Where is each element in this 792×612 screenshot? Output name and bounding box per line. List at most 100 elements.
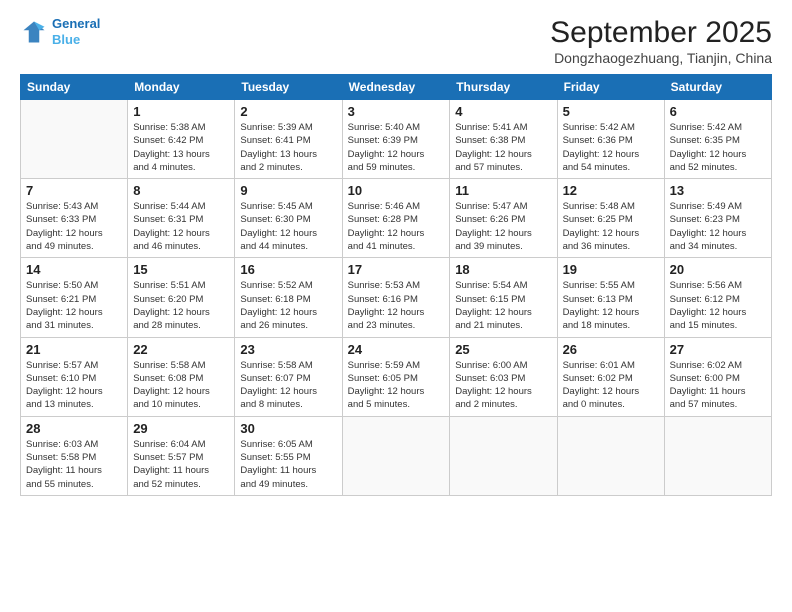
calendar-week-row: 28 Sunrise: 6:03 AMSunset: 5:58 PMDayligh… [21, 416, 772, 495]
day-info: Sunrise: 5:56 AMSunset: 6:12 PMDaylight:… [670, 279, 766, 332]
day-info: Sunrise: 5:51 AMSunset: 6:20 PMDaylight:… [133, 279, 229, 332]
calendar-cell: 9Sunrise: 5:45 AMSunset: 6:30 PMDaylight… [235, 179, 342, 258]
day-number: 21 [26, 342, 122, 357]
day-info: Sunrise: 6:02 AMSunset: 6:00 PMDaylight:… [670, 359, 766, 412]
day-number: 17 [348, 262, 445, 277]
day-info: Sunrise: 5:48 AMSunset: 6:25 PMDaylight:… [563, 200, 659, 253]
weekday-header: Monday [128, 75, 235, 100]
day-number: 10 [348, 183, 445, 198]
logo-icon [20, 18, 48, 46]
day-number: 20 [670, 262, 766, 277]
day-info: Sunrise: 6:05 AMSunset: 5:55 PMDaylight:… [240, 438, 336, 491]
day-number: 18 [455, 262, 551, 277]
weekday-row: SundayMondayTuesdayWednesdayThursdayFrid… [21, 75, 772, 100]
calendar-cell: 13 Sunrise: 5:49 AMSunset: 6:23 PMDayligh… [664, 179, 771, 258]
calendar-cell: 6 Sunrise: 5:42 AMSunset: 6:35 PMDaylight… [664, 100, 771, 179]
weekday-header: Tuesday [235, 75, 342, 100]
calendar-header: SundayMondayTuesdayWednesdayThursdayFrid… [21, 75, 772, 100]
day-number: 29 [133, 421, 229, 436]
calendar-cell: 20 Sunrise: 5:56 AMSunset: 6:12 PMDayligh… [664, 258, 771, 337]
day-number: 27 [670, 342, 766, 357]
day-number: 2 [240, 104, 336, 119]
calendar-cell: 22 Sunrise: 5:58 AMSunset: 6:08 PMDayligh… [128, 337, 235, 416]
weekday-header: Friday [557, 75, 664, 100]
day-info: Sunrise: 5:46 AMSunset: 6:28 PMDaylight:… [348, 200, 445, 253]
day-info: Sunrise: 5:39 AMSunset: 6:41 PMDaylight:… [240, 121, 336, 174]
day-info: Sunrise: 6:04 AMSunset: 5:57 PMDaylight:… [133, 438, 229, 491]
day-info: Sunrise: 5:50 AMSunset: 6:21 PMDaylight:… [26, 279, 122, 332]
weekday-header: Saturday [664, 75, 771, 100]
calendar-cell: 3 Sunrise: 5:40 AMSunset: 6:39 PMDaylight… [342, 100, 450, 179]
day-info: Sunrise: 6:01 AMSunset: 6:02 PMDaylight:… [563, 359, 659, 412]
day-number: 25 [455, 342, 551, 357]
day-info: Sunrise: 5:41 AMSunset: 6:38 PMDaylight:… [455, 121, 551, 174]
calendar-cell: 1Sunrise: 5:38 AMSunset: 6:42 PMDaylight… [128, 100, 235, 179]
day-number: 22 [133, 342, 229, 357]
day-number: 26 [563, 342, 659, 357]
calendar-cell: 19 Sunrise: 5:55 AMSunset: 6:13 PMDayligh… [557, 258, 664, 337]
day-info: Sunrise: 6:00 AMSunset: 6:03 PMDaylight:… [455, 359, 551, 412]
calendar-cell: 11 Sunrise: 5:47 AMSunset: 6:26 PMDayligh… [450, 179, 557, 258]
calendar-cell [557, 416, 664, 495]
day-info: Sunrise: 5:49 AMSunset: 6:23 PMDaylight:… [670, 200, 766, 253]
day-info: Sunrise: 5:42 AMSunset: 6:36 PMDaylight:… [563, 121, 659, 174]
day-number: 23 [240, 342, 336, 357]
calendar-week-row: 1Sunrise: 5:38 AMSunset: 6:42 PMDaylight… [21, 100, 772, 179]
day-info: Sunrise: 5:42 AMSunset: 6:35 PMDaylight:… [670, 121, 766, 174]
calendar-cell: 30Sunrise: 6:05 AMSunset: 5:55 PMDayligh… [235, 416, 342, 495]
day-number: 16 [240, 262, 336, 277]
calendar-cell: 27 Sunrise: 6:02 AMSunset: 6:00 PMDayligh… [664, 337, 771, 416]
day-number: 19 [563, 262, 659, 277]
header: General Blue September 2025 Dongzhaogezh… [20, 16, 772, 66]
day-info: Sunrise: 5:53 AMSunset: 6:16 PMDaylight:… [348, 279, 445, 332]
calendar-cell [342, 416, 450, 495]
logo: General Blue [20, 16, 100, 47]
calendar-cell: 26 Sunrise: 6:01 AMSunset: 6:02 PMDayligh… [557, 337, 664, 416]
calendar: SundayMondayTuesdayWednesdayThursdayFrid… [20, 74, 772, 496]
calendar-cell: 2 Sunrise: 5:39 AMSunset: 6:41 PMDaylight… [235, 100, 342, 179]
day-number: 28 [26, 421, 122, 436]
location: Dongzhaogezhuang, Tianjin, China [550, 50, 772, 66]
calendar-cell [450, 416, 557, 495]
weekday-header: Sunday [21, 75, 128, 100]
weekday-header: Thursday [450, 75, 557, 100]
day-number: 13 [670, 183, 766, 198]
calendar-cell: 10 Sunrise: 5:46 AMSunset: 6:28 PMDayligh… [342, 179, 450, 258]
day-info: Sunrise: 5:52 AMSunset: 6:18 PMDaylight:… [240, 279, 336, 332]
day-info: Sunrise: 5:58 AMSunset: 6:08 PMDaylight:… [133, 359, 229, 412]
day-info: Sunrise: 5:57 AMSunset: 6:10 PMDaylight:… [26, 359, 122, 412]
day-info: Sunrise: 5:47 AMSunset: 6:26 PMDaylight:… [455, 200, 551, 253]
day-number: 15 [133, 262, 229, 277]
day-number: 7 [26, 183, 122, 198]
title-area: September 2025 Dongzhaogezhuang, Tianjin… [550, 16, 772, 66]
calendar-cell: 7 Sunrise: 5:43 AMSunset: 6:33 PMDaylight… [21, 179, 128, 258]
calendar-cell: 16 Sunrise: 5:52 AMSunset: 6:18 PMDayligh… [235, 258, 342, 337]
day-info: Sunrise: 5:55 AMSunset: 6:13 PMDaylight:… [563, 279, 659, 332]
day-info: Sunrise: 5:44 AMSunset: 6:31 PMDaylight:… [133, 200, 229, 253]
calendar-cell: 21 Sunrise: 5:57 AMSunset: 6:10 PMDayligh… [21, 337, 128, 416]
calendar-cell: 4 Sunrise: 5:41 AMSunset: 6:38 PMDaylight… [450, 100, 557, 179]
day-number: 12 [563, 183, 659, 198]
day-number: 4 [455, 104, 551, 119]
calendar-week-row: 7 Sunrise: 5:43 AMSunset: 6:33 PMDaylight… [21, 179, 772, 258]
day-number: 6 [670, 104, 766, 119]
day-info: Sunrise: 5:58 AMSunset: 6:07 PMDaylight:… [240, 359, 336, 412]
day-info: Sunrise: 5:40 AMSunset: 6:39 PMDaylight:… [348, 121, 445, 174]
day-info: Sunrise: 6:03 AMSunset: 5:58 PMDaylight:… [26, 438, 122, 491]
day-number: 11 [455, 183, 551, 198]
day-number: 5 [563, 104, 659, 119]
calendar-cell [21, 100, 128, 179]
day-number: 3 [348, 104, 445, 119]
calendar-cell: 29 Sunrise: 6:04 AMSunset: 5:57 PMDayligh… [128, 416, 235, 495]
calendar-body: 1Sunrise: 5:38 AMSunset: 6:42 PMDaylight… [21, 100, 772, 496]
day-number: 14 [26, 262, 122, 277]
month-title: September 2025 [550, 16, 772, 50]
calendar-cell: 14 Sunrise: 5:50 AMSunset: 6:21 PMDayligh… [21, 258, 128, 337]
calendar-cell: 5 Sunrise: 5:42 AMSunset: 6:36 PMDaylight… [557, 100, 664, 179]
day-info: Sunrise: 5:38 AMSunset: 6:42 PMDaylight:… [133, 121, 229, 174]
calendar-week-row: 14 Sunrise: 5:50 AMSunset: 6:21 PMDayligh… [21, 258, 772, 337]
day-info: Sunrise: 5:43 AMSunset: 6:33 PMDaylight:… [26, 200, 122, 253]
day-info: Sunrise: 5:59 AMSunset: 6:05 PMDaylight:… [348, 359, 445, 412]
logo-text: General Blue [52, 16, 100, 47]
weekday-header: Wednesday [342, 75, 450, 100]
